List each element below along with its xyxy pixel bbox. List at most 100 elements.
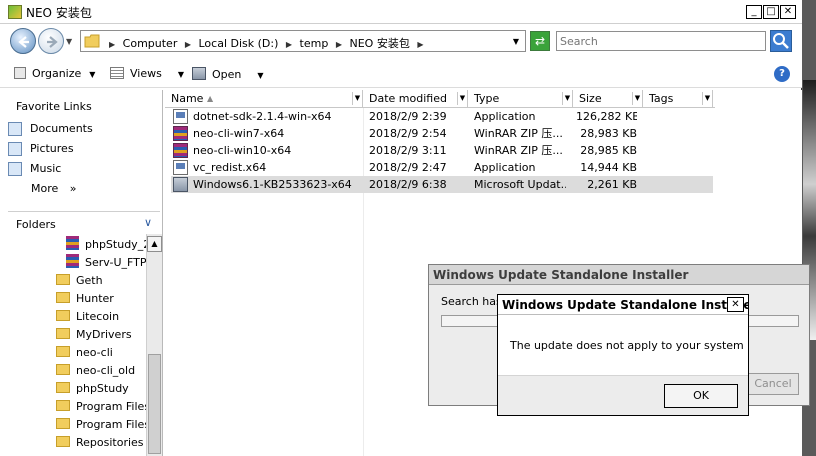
tree-item[interactable]: Litecoin [56, 308, 119, 326]
file-row[interactable]: dotnet-sdk-2.1.4-win-x64 2018/2/9 2:39 A… [171, 108, 713, 125]
breadcrumb-local-disk[interactable]: Local Disk (D:) [199, 37, 279, 50]
tree-item[interactable]: Repositories [56, 434, 144, 452]
forward-button[interactable] [38, 28, 64, 54]
cancel-button[interactable]: Cancel [747, 373, 799, 395]
breadcrumb-temp[interactable]: temp [300, 37, 329, 50]
scroll-up-icon[interactable]: ▲ [147, 236, 162, 252]
file-type: WinRAR ZIP 压... [474, 144, 563, 157]
file-row[interactable]: neo-cli-win10-x64 2018/2/9 3:11 WinRAR Z… [171, 142, 713, 159]
breadcrumb-neo[interactable]: NEO 安装包 [349, 37, 409, 50]
documents-icon [8, 122, 22, 136]
tree-item[interactable]: MyDrivers [56, 326, 132, 344]
folders-heading[interactable]: Folders [16, 218, 56, 231]
tree-item[interactable]: neo-cli [56, 344, 113, 362]
file-row-selected[interactable]: Windows6.1-KB2533623-x64 2018/2/9 6:38 M… [171, 176, 713, 193]
chevron-down-icon: ▼ [177, 70, 184, 79]
navigation-pane: Favorite Links Documents Pictures Music … [0, 90, 163, 456]
tree-item[interactable]: phpStudy [56, 380, 129, 398]
folder-icon [56, 346, 70, 357]
column-header-type[interactable]: Type ▼ [468, 90, 573, 108]
file-name: Windows6.1-KB2533623-x64 [193, 178, 352, 191]
folder-icon [84, 34, 100, 48]
close-icon[interactable]: ✕ [727, 297, 744, 312]
views-icon [110, 67, 124, 79]
column-header-label: Name [171, 92, 204, 105]
address-bar[interactable]: ▶ Computer ▶ Local Disk (D:) ▶ temp ▶ NE… [80, 30, 526, 52]
title-bar[interactable]: NEO 安装包 _ □ ✕ [0, 0, 802, 24]
message-box-footer: OK [498, 375, 748, 415]
chevron-down-icon[interactable]: ▼ [632, 92, 642, 105]
tree-item[interactable]: Geth [56, 272, 103, 290]
scrollbar-thumb[interactable] [148, 354, 161, 454]
chevron-down-icon[interactable]: ∨ [144, 216, 152, 229]
file-date: 2018/2/9 6:38 [369, 178, 447, 191]
address-dropdown[interactable]: ▼ [513, 37, 519, 46]
sidebar-item-music[interactable]: Music [8, 162, 61, 176]
favorite-links-heading: Favorite Links [16, 100, 92, 113]
column-header-size[interactable]: Size ▼ [573, 90, 643, 108]
sort-ascending-icon: ▲ [207, 94, 214, 103]
chevron-down-icon: ▼ [257, 71, 264, 80]
chevron-down-icon[interactable]: ▼ [352, 92, 362, 105]
tree-item[interactable]: Hunter [56, 290, 114, 308]
search-button[interactable] [770, 30, 792, 52]
pictures-icon [8, 142, 22, 156]
file-row[interactable]: vc_redist.x64 2018/2/9 2:47 Application … [171, 159, 713, 176]
tree-item-label: MyDrivers [76, 328, 132, 341]
refresh-button[interactable]: ⇄ [530, 31, 550, 51]
organize-icon [14, 67, 26, 79]
tree-item[interactable]: neo-cli_old [56, 362, 135, 380]
installer-title[interactable]: Windows Update Standalone Installer [429, 265, 809, 285]
sidebar-item-documents[interactable]: Documents [8, 122, 93, 136]
folder-icon [56, 382, 70, 393]
chevron-right-icon[interactable]: ▶ [336, 40, 342, 49]
winrar-archive-icon [173, 143, 188, 158]
file-date: 2018/2/9 2:54 [369, 127, 447, 140]
file-type: Microsoft Updat... [474, 178, 566, 191]
winrar-archive-icon [66, 236, 79, 250]
folder-tree-scrollbar[interactable]: ▲ [146, 234, 162, 456]
open-button[interactable]: Open ▼ [192, 67, 264, 81]
back-button[interactable] [10, 28, 36, 54]
sidebar-item-label: Documents [30, 122, 93, 135]
chevron-down-icon[interactable]: ▼ [562, 92, 572, 105]
file-type: Application [474, 161, 536, 174]
file-type: Application [474, 110, 536, 123]
file-row[interactable]: neo-cli-win7-x64 2018/2/9 2:54 WinRAR ZI… [171, 125, 713, 142]
column-header-tags[interactable]: Tags ▼ [643, 90, 713, 108]
double-chevron-right-icon: » [69, 182, 77, 195]
minimize-button[interactable]: _ [746, 5, 762, 19]
tree-item-label: Program Files ( [76, 418, 146, 431]
chevron-down-icon[interactable]: ▼ [702, 92, 712, 105]
folder-icon [56, 310, 70, 321]
maximize-button[interactable]: □ [763, 5, 779, 19]
tree-item[interactable]: phpStudy_2 [66, 236, 146, 254]
message-box: Windows Update Standalone Installer ✕ Th… [497, 294, 749, 416]
tree-item[interactable]: Program Files [56, 398, 146, 416]
tree-item-label: Litecoin [76, 310, 120, 323]
search-input[interactable] [556, 31, 766, 51]
chevron-right-icon[interactable]: ▶ [185, 40, 191, 49]
recent-pages-dropdown[interactable]: ▼ [66, 37, 72, 46]
views-button[interactable]: Views ▼ [110, 67, 184, 80]
message-box-title[interactable]: Windows Update Standalone Installer [498, 295, 748, 315]
column-header-date[interactable]: Date modified ▼ [363, 90, 468, 108]
sidebar-item-pictures[interactable]: Pictures [8, 142, 74, 156]
open-icon [192, 67, 206, 80]
more-link[interactable]: More » [31, 182, 77, 195]
column-header-name[interactable]: Name ▲ ▼ [165, 90, 363, 108]
close-button[interactable]: ✕ [780, 5, 796, 19]
chevron-right-icon[interactable]: ▶ [417, 40, 423, 49]
column-header-label: Date modified [369, 92, 447, 105]
breadcrumb-computer[interactable]: Computer [123, 37, 178, 50]
column-headers: Name ▲ ▼ Date modified ▼ Type ▼ Size ▼ T… [165, 90, 715, 108]
file-size: 28,983 KB [580, 127, 637, 140]
help-icon[interactable]: ? [774, 66, 790, 82]
ok-button[interactable]: OK [664, 384, 738, 408]
chevron-down-icon[interactable]: ▼ [457, 92, 467, 105]
organize-button[interactable]: Organize ▼ [14, 67, 95, 80]
tree-item[interactable]: Serv-U_FTP [66, 254, 146, 272]
chevron-right-icon[interactable]: ▶ [286, 40, 292, 49]
tree-item[interactable]: Program Files ( [56, 416, 146, 434]
file-size: 2,261 KB [587, 178, 637, 191]
